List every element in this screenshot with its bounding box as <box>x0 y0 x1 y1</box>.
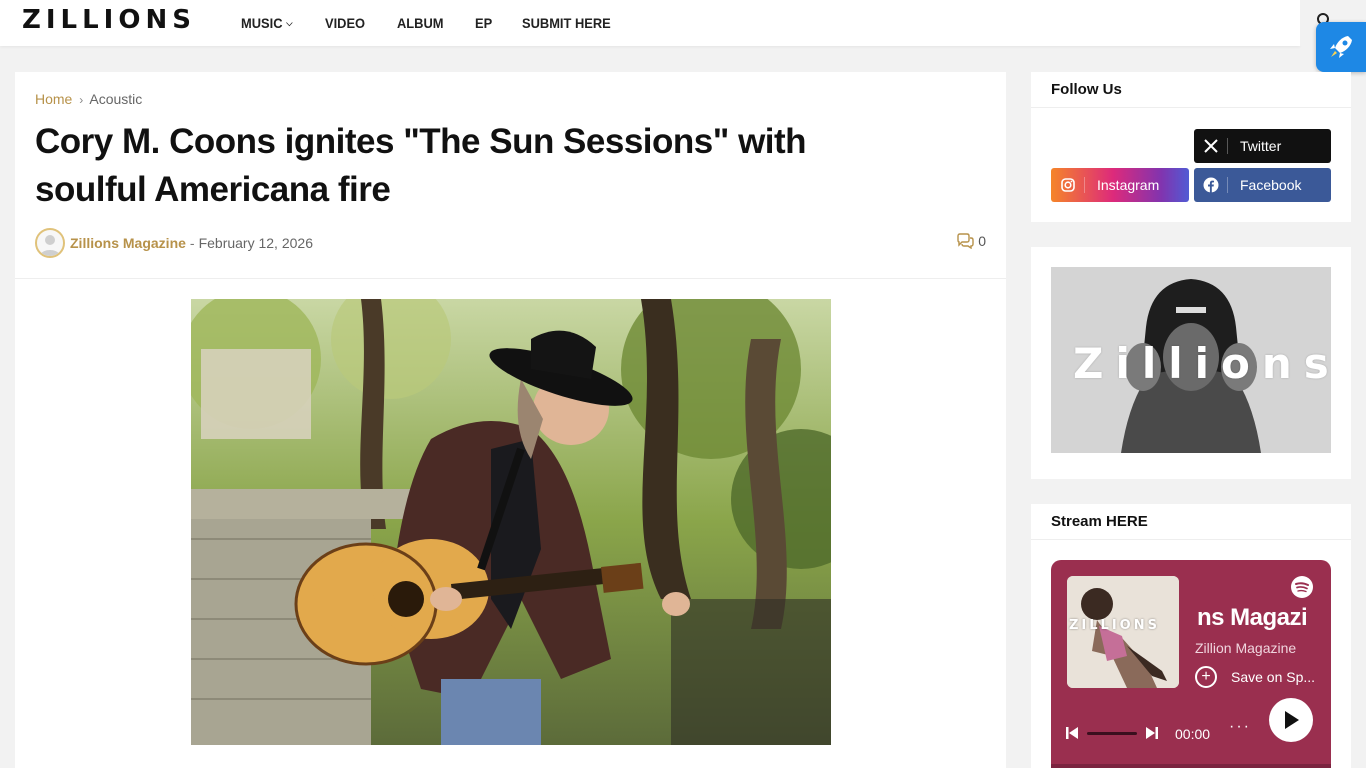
nav-item-label: MUSIC <box>241 15 283 31</box>
author-avatar[interactable] <box>35 228 65 258</box>
post-date: February 12, 2026 <box>198 235 313 251</box>
album-cover[interactable]: ZILLIONS <box>1067 576 1179 688</box>
save-label: Save on Sp... <box>1231 669 1316 685</box>
facebook-button[interactable]: Facebook <box>1194 168 1331 202</box>
spotify-embed: ZILLIONS ns Magazi Zillion Magazine + Sa… <box>1051 560 1331 768</box>
x-icon <box>1194 138 1228 154</box>
instagram-button[interactable]: Instagram <box>1051 168 1189 202</box>
instagram-label: Instagram <box>1097 177 1160 193</box>
breadcrumb-separator: › <box>79 93 84 107</box>
player-controls <box>1065 726 1159 740</box>
twitter-button[interactable]: Twitter <box>1194 129 1331 163</box>
nav-item-music[interactable]: MUSIC ⌵ <box>241 15 292 31</box>
playlist-title[interactable]: ns Magazi <box>1197 604 1317 632</box>
breadcrumb-category[interactable]: Acoustic <box>89 91 142 107</box>
banner-widget: Zillions <box>1031 247 1351 479</box>
divider <box>15 278 1006 279</box>
article-card: Home › Acoustic Cory M. Coons ignites "T… <box>15 72 1006 768</box>
nav-item-label: SUBMIT HERE <box>521 15 611 31</box>
author-link[interactable]: Zillions Magazine <box>70 235 186 251</box>
playlist-owner[interactable]: Zillion Magazine <box>1195 640 1296 656</box>
widget-title: Follow Us <box>1031 72 1351 108</box>
top-header: ZILLIONS MUSIC ⌵ VIDEO ALBUM EP SUBMIT H… <box>0 0 1300 46</box>
nav-item-video[interactable]: VIDEO <box>325 15 365 31</box>
stream-widget: Stream HERE ZILLIONS ns Magazi Zillion M… <box>1031 504 1351 768</box>
previous-icon[interactable] <box>1065 726 1079 740</box>
user-icon <box>40 235 60 256</box>
more-options-icon[interactable]: ··· <box>1229 718 1251 736</box>
play-icon <box>1285 711 1299 729</box>
twitter-label: Twitter <box>1240 138 1282 154</box>
zillions-banner[interactable]: Zillions <box>1051 267 1331 453</box>
facebook-icon <box>1194 177 1228 193</box>
hero-image <box>191 299 831 745</box>
instagram-icon <box>1051 177 1085 193</box>
site-logo[interactable]: ZILLIONS <box>22 5 196 35</box>
comment-icon <box>957 233 974 249</box>
nav-item-ep[interactable]: EP <box>475 15 492 31</box>
rocket-icon <box>1330 36 1352 58</box>
next-icon[interactable] <box>1145 726 1159 740</box>
plus-icon: + <box>1195 666 1217 688</box>
main-nav: MUSIC ⌵ VIDEO ALBUM EP SUBMIT HERE <box>241 0 646 46</box>
nav-item-album[interactable]: ALBUM <box>397 15 444 31</box>
comments-link[interactable]: 0 <box>956 233 986 249</box>
progress-bar[interactable] <box>1087 731 1137 735</box>
breadcrumb: Home › Acoustic <box>35 91 142 107</box>
widget-title: Stream HERE <box>1031 504 1351 540</box>
rocket-button[interactable] <box>1316 22 1366 72</box>
nav-item-label: ALBUM <box>396 15 444 31</box>
spotify-icon[interactable] <box>1291 576 1313 598</box>
facebook-label: Facebook <box>1240 177 1302 193</box>
chevron-down-icon: ⌵ <box>286 17 293 28</box>
nav-item-label: EP <box>475 15 493 31</box>
album-label: ZILLIONS <box>1069 618 1160 633</box>
breadcrumb-home-link[interactable]: Home <box>35 91 72 107</box>
article-meta: Zillions Magazine - February 12, 2026 <box>35 227 313 259</box>
nav-item-label: VIDEO <box>324 15 366 31</box>
playback-time: 00:00 <box>1175 726 1211 742</box>
banner-text: Zillions <box>1073 339 1331 388</box>
save-on-spotify-button[interactable]: + Save on Sp... <box>1195 666 1315 688</box>
follow-us-widget: Follow Us Twitter Instagram Facebook <box>1031 72 1351 222</box>
nav-item-submit-here[interactable]: SUBMIT HERE <box>522 15 611 31</box>
comment-count: 0 <box>978 233 986 249</box>
play-button[interactable] <box>1269 698 1313 742</box>
meta-separator: - <box>189 235 195 251</box>
article-title: Cory M. Coons ignites "The Sun Sessions"… <box>35 122 807 209</box>
embed-footer <box>1051 764 1331 768</box>
